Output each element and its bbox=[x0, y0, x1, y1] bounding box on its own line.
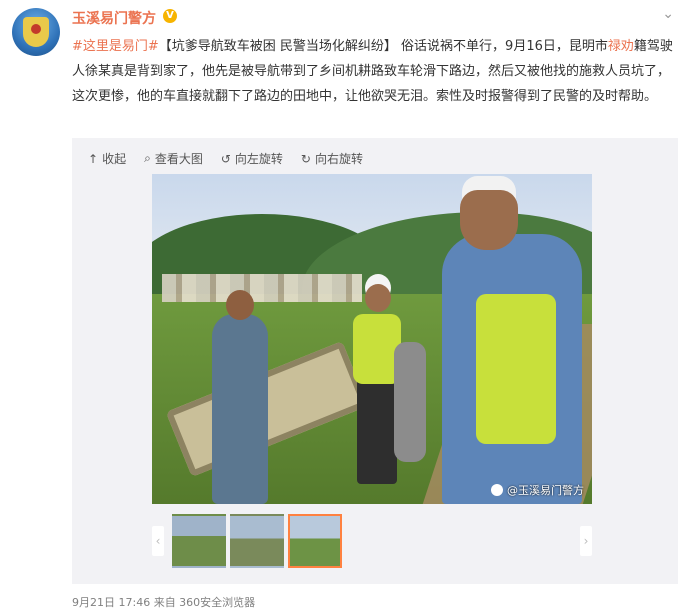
author-avatar[interactable] bbox=[12, 8, 60, 56]
post-meta: 9月21日 17:46 来自 360安全浏览器 bbox=[72, 596, 256, 609]
collapse-icon: ↑ bbox=[88, 151, 99, 166]
image-watermark: @玉溪易门警方 bbox=[491, 482, 584, 498]
photo-police-officer bbox=[442, 190, 582, 504]
post-text: #这里是易门#【坑爹导航致车被困 民警当场化解纠纷】 俗话说祸不单行，9月16日… bbox=[72, 34, 678, 109]
collapse-button[interactable]: ↑ 收起 bbox=[88, 150, 126, 167]
next-arrow-icon[interactable]: › bbox=[580, 526, 592, 556]
view-large-button[interactable]: ⌕ 查看大图 bbox=[144, 150, 203, 167]
image-toolbar: ↑ 收起 ⌕ 查看大图 ↺ 向左旋转 ↻ 向右旋转 bbox=[88, 150, 363, 167]
rotate-left-icon: ↺ bbox=[220, 151, 231, 166]
watermark-text: @玉溪易门警方 bbox=[507, 484, 584, 497]
thumbnail[interactable] bbox=[172, 514, 226, 568]
photo-village bbox=[162, 274, 362, 302]
thumbnail[interactable] bbox=[230, 514, 284, 568]
location-link[interactable]: 禄劝 bbox=[608, 39, 634, 54]
rotate-left-label: 向左旋转 bbox=[234, 152, 283, 166]
photo-driver bbox=[212, 290, 268, 504]
photo-police-officer bbox=[353, 284, 401, 484]
rotate-right-icon: ↻ bbox=[300, 151, 311, 166]
chevron-down-icon[interactable]: ⌄ bbox=[662, 6, 674, 22]
weibo-icon bbox=[491, 484, 503, 496]
thumbnail-strip: ‹ › bbox=[152, 514, 592, 570]
photo-bystander bbox=[394, 342, 426, 462]
post-text-part1: 【坑爹导航致车被困 民警当场化解纠纷】 俗话说祸不单行，9月16日，昆明市 bbox=[158, 39, 608, 54]
magnifier-icon: ⌕ bbox=[144, 151, 151, 165]
police-badge-icon bbox=[23, 17, 49, 47]
rotate-right-button[interactable]: ↻ 向右旋转 bbox=[301, 150, 363, 167]
collapse-label: 收起 bbox=[102, 152, 127, 166]
view-large-label: 查看大图 bbox=[154, 152, 203, 166]
main-photo[interactable]: @玉溪易门警方 bbox=[152, 174, 592, 504]
author-name[interactable]: 玉溪易门警方 bbox=[72, 8, 156, 28]
rotate-right-label: 向右旋转 bbox=[314, 152, 363, 166]
topic-link[interactable]: #这里是易门# bbox=[72, 39, 159, 54]
verified-icon: V bbox=[163, 9, 177, 23]
previous-arrow-icon[interactable]: ‹ bbox=[152, 526, 164, 556]
media-panel: ↑ 收起 ⌕ 查看大图 ↺ 向左旋转 ↻ 向右旋转 @玉溪易门警方 ‹ › bbox=[72, 138, 678, 584]
thumbnail-selected[interactable] bbox=[288, 514, 342, 568]
rotate-left-button[interactable]: ↺ 向左旋转 bbox=[221, 150, 283, 167]
